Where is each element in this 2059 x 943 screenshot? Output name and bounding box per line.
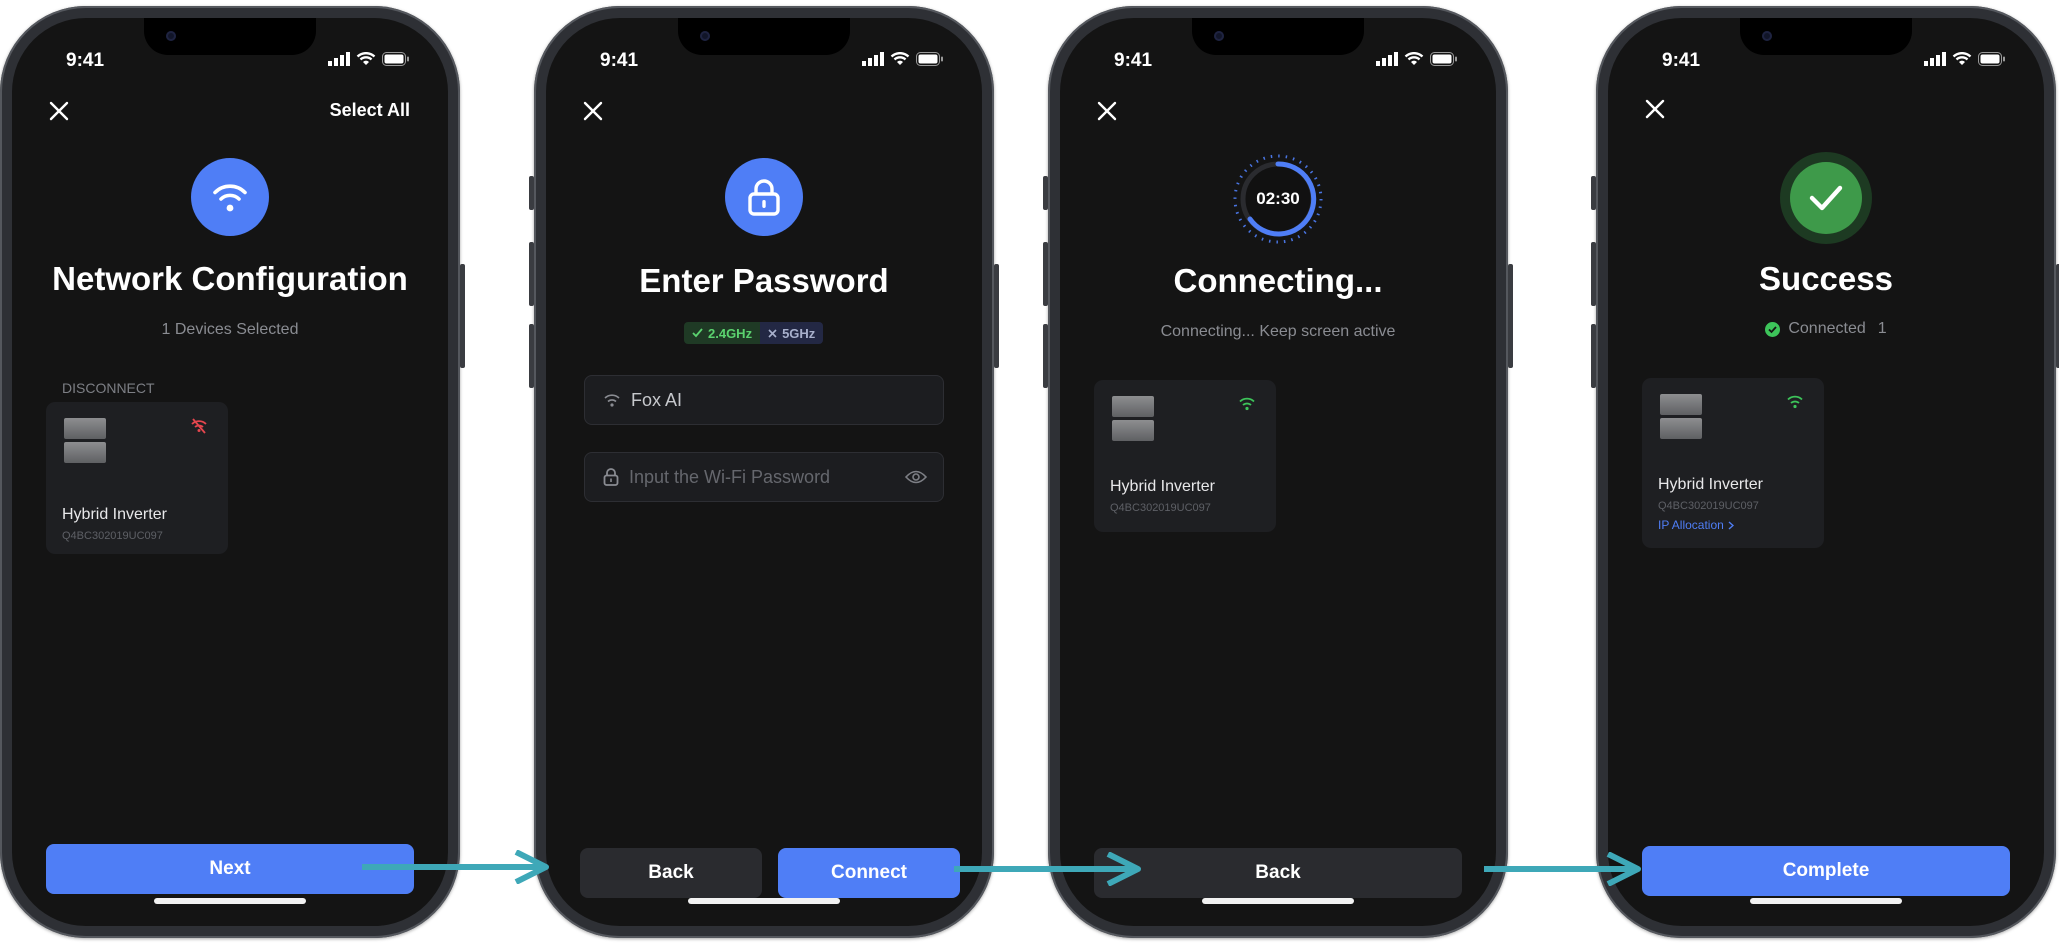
wifi-off-icon: [191, 418, 207, 434]
screen-network-configuration: 9:41 Select All Network Configuration 1 …: [12, 18, 448, 926]
cellular-signal-icon: [862, 52, 884, 66]
device-serial: Q4BC302019UC097: [1658, 500, 1759, 512]
countdown-timer: 02:30: [1256, 189, 1300, 208]
status-icons: [328, 52, 410, 66]
band-24ghz-badge: 2.4GHz: [684, 322, 761, 344]
connected-status: Connected 1: [1608, 320, 2044, 338]
phone-frame-enter-password: 9:41 Enter Password 2.4GHz 5GHz Fox AI I…: [529, 6, 999, 938]
status-icons: [1376, 52, 1458, 66]
device-serial: Q4BC302019UC097: [1110, 502, 1211, 514]
close-icon[interactable]: [1642, 96, 1668, 122]
band-5ghz-badge: 5GHz: [760, 322, 824, 344]
success-hero: [1780, 152, 1872, 244]
ssid-field[interactable]: Fox AI: [584, 375, 944, 425]
inverter-image: [64, 418, 106, 464]
page-subtitle: Connecting... Keep screen active: [1160, 323, 1396, 340]
x-icon: [768, 328, 777, 338]
close-icon[interactable]: [1094, 98, 1120, 124]
back-button[interactable]: Back: [580, 848, 762, 898]
notch: [1740, 18, 1912, 55]
device-card[interactable]: Hybrid Inverter Q4BC302019UC097 IP Alloc…: [1642, 378, 1824, 548]
page-title: Network Configuration: [52, 260, 408, 297]
wifi-hero-icon: [191, 158, 269, 236]
status-time: 9:41: [1114, 50, 1153, 71]
screen-success: 9:41 Success Connected 1 Hybrid Inverter…: [1608, 18, 2044, 926]
band-badges: 2.4GHz 5GHz: [684, 322, 824, 344]
screen-connecting: 9:41 02:30 Connecting... Connecting... K…: [1060, 18, 1496, 926]
notch: [1192, 18, 1364, 55]
status-time: 9:41: [66, 50, 105, 71]
page-title: Connecting...: [1173, 262, 1383, 299]
countdown-ring: 02:30: [1231, 152, 1325, 246]
password-field[interactable]: Input the Wi-Fi Password: [584, 452, 944, 502]
back-button[interactable]: Back: [1094, 848, 1462, 898]
home-indicator: [154, 898, 306, 904]
battery-icon: [1430, 52, 1457, 66]
device-card[interactable]: Hybrid Inverter Q4BC302019UC097: [46, 402, 228, 554]
wifi-status-icon: [1404, 52, 1424, 65]
cellular-signal-icon: [328, 52, 350, 66]
home-indicator: [688, 898, 840, 904]
select-all-button[interactable]: Select All: [330, 100, 410, 121]
ip-allocation-link[interactable]: IP Allocation: [1658, 518, 1734, 532]
page-title: Enter Password: [639, 262, 889, 299]
device-serial: Q4BC302019UC097: [62, 530, 163, 542]
wifi-status-icon: [356, 52, 376, 65]
notch: [678, 18, 850, 55]
notch: [144, 18, 316, 55]
connected-label: Connected: [1788, 320, 1866, 337]
password-input[interactable]: Input the Wi-Fi Password: [629, 467, 905, 488]
phone-frame-success: 9:41 Success Connected 1 Hybrid Inverter…: [1591, 6, 2059, 938]
battery-icon: [382, 52, 409, 66]
screen-enter-password: 9:41 Enter Password 2.4GHz 5GHz Fox AI I…: [546, 18, 982, 926]
inverter-image: [1660, 394, 1702, 440]
check-circle-icon: [1790, 162, 1862, 234]
flow-arrow-3: [1484, 852, 1641, 886]
cellular-signal-icon: [1924, 52, 1946, 66]
complete-button[interactable]: Complete: [1642, 846, 2010, 896]
inverter-image: [1112, 396, 1154, 442]
status-time: 9:41: [600, 50, 639, 71]
connected-count: 1: [1877, 320, 1887, 337]
home-indicator: [1202, 898, 1354, 904]
device-name: Hybrid Inverter: [1658, 476, 1763, 493]
page-subtitle: 1 Devices Selected: [161, 321, 299, 338]
section-label: DISCONNECT: [62, 380, 155, 396]
chevron-right-icon: [1728, 520, 1734, 530]
check-icon: [692, 328, 703, 338]
status-icons: [1924, 52, 2006, 66]
status-icons: [862, 52, 944, 66]
check-badge-icon: [1765, 321, 1781, 337]
eye-icon[interactable]: [905, 470, 927, 484]
close-icon[interactable]: [46, 98, 72, 124]
connect-button[interactable]: Connect: [778, 848, 960, 898]
next-button[interactable]: Next: [46, 844, 414, 894]
device-card[interactable]: Hybrid Inverter Q4BC302019UC097: [1094, 380, 1276, 532]
home-indicator: [1750, 898, 1902, 904]
battery-icon: [916, 52, 943, 66]
battery-icon: [1978, 52, 2005, 66]
phone-frame-connecting: 9:41 02:30 Connecting... Connecting... K…: [1043, 6, 1513, 938]
flow-arrow-1: [362, 850, 549, 884]
lock-icon: [603, 468, 619, 486]
device-name: Hybrid Inverter: [62, 506, 167, 523]
phone-frame-network-configuration: 9:41 Select All Network Configuration 1 …: [0, 6, 465, 938]
device-name: Hybrid Inverter: [1110, 478, 1215, 495]
wifi-status-icon: [1952, 52, 1972, 65]
ssid-value: Fox AI: [631, 389, 683, 410]
lock-hero-icon: [725, 158, 803, 236]
cellular-signal-icon: [1376, 52, 1398, 66]
wifi-status-icon: [890, 52, 910, 65]
wifi-icon: [604, 394, 620, 407]
status-time: 9:41: [1662, 50, 1701, 71]
wifi-icon: [1239, 397, 1255, 411]
wifi-icon: [1787, 395, 1803, 409]
flow-arrow-2: [954, 852, 1141, 886]
page-title: Success: [1759, 260, 1893, 297]
close-icon[interactable]: [580, 98, 606, 124]
